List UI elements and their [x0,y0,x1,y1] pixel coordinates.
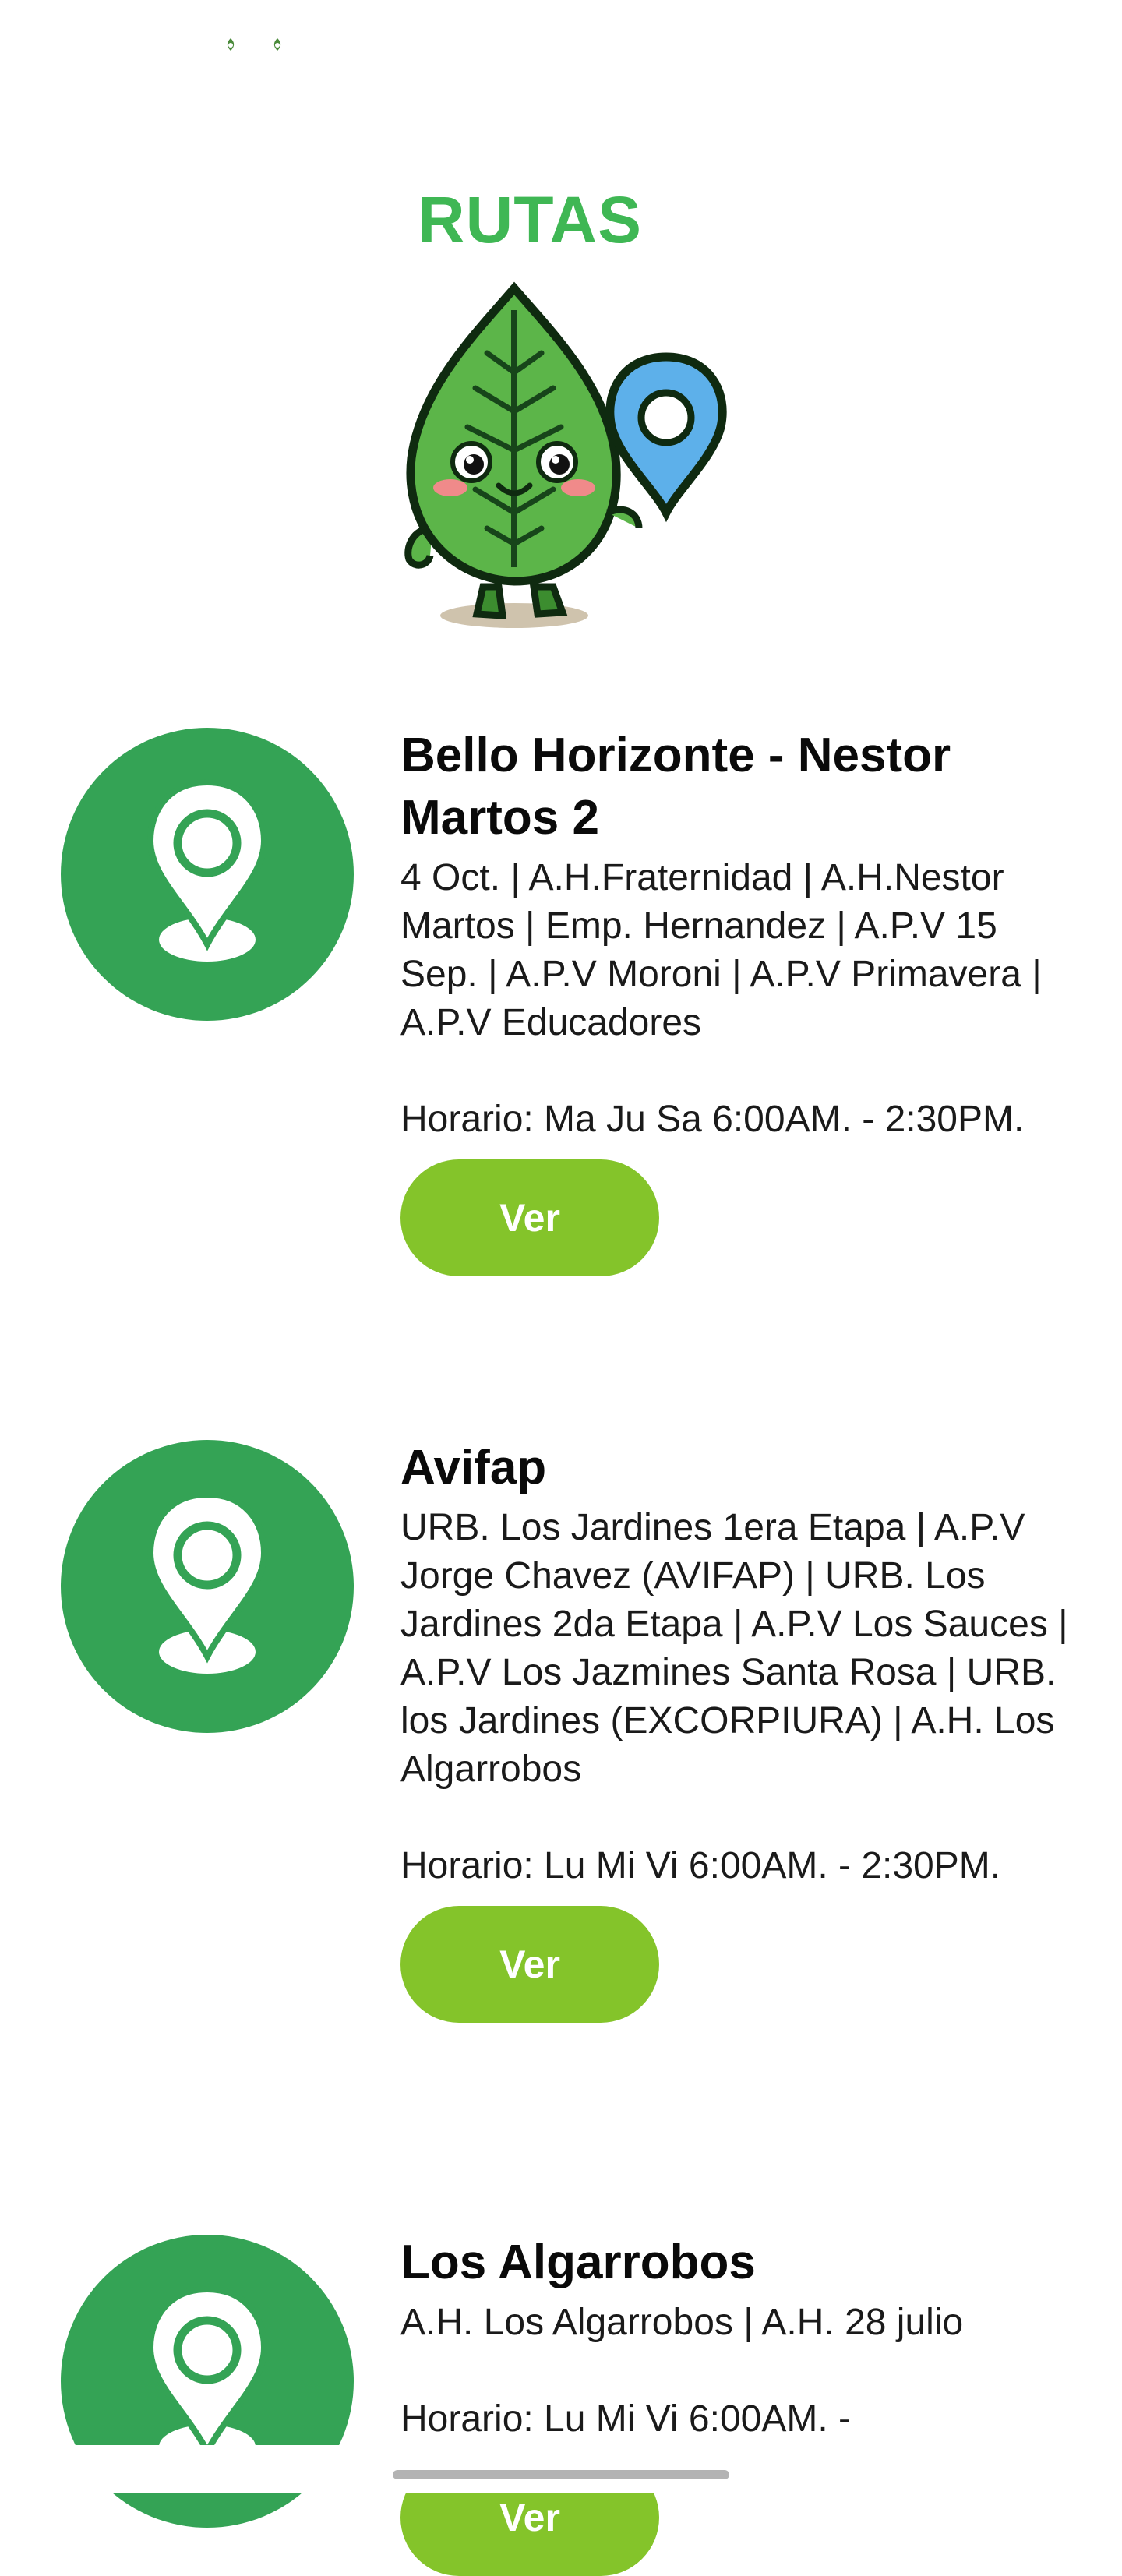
leaf-logo-icon [268,36,287,55]
route-title: Los Algarrobos [400,2235,756,2289]
view-route-button[interactable]: Ver [400,1906,659,2023]
route-body: Bello Horizonte - Nestor Martos 2 4 Oct.… [400,725,1078,1276]
route-icon-circle [61,728,354,1021]
route-title: Avifap [400,1441,547,1494]
leaf-logo-icon [221,36,240,55]
route-description: 4 Oct. | A.H.Fraternidad | A.H.Nestor Ma… [400,857,1042,1043]
leaf-mascot-image [390,279,740,637]
route-body: Los Algarrobos A.H. Los Algarrobos | A.H… [400,2232,1078,2576]
map-pin-icon [146,778,268,962]
view-route-button[interactable]: Ver [400,1159,659,1276]
home-indicator[interactable] [393,2470,729,2479]
route-schedule: Horario: Lu Mi Vi 6:00AM. - 2:30PM. [400,1845,1001,1886]
route-schedule: Horario: Ma Ju Sa 6:00AM. - 2:30PM. [400,1099,1025,1140]
navigation-bar [0,2445,1122,2493]
route-body: Avifap URB. Los Jardines 1era Etapa | A.… [400,1437,1078,2023]
route-title: Bello Horizonte - Nestor Martos 2 [400,729,951,845]
route-schedule: Horario: Lu Mi Vi 6:00AM. - [400,2398,851,2440]
map-pin-icon [146,1491,268,1674]
route-icon-circle [61,1440,354,1733]
page-title: RUTAS [417,183,643,257]
status-icons [221,36,287,55]
route-description: URB. Los Jardines 1era Etapa | A.P.V Jor… [400,1507,1068,1790]
route-description: A.H. Los Algarrobos | A.H. 28 julio [400,2302,964,2343]
